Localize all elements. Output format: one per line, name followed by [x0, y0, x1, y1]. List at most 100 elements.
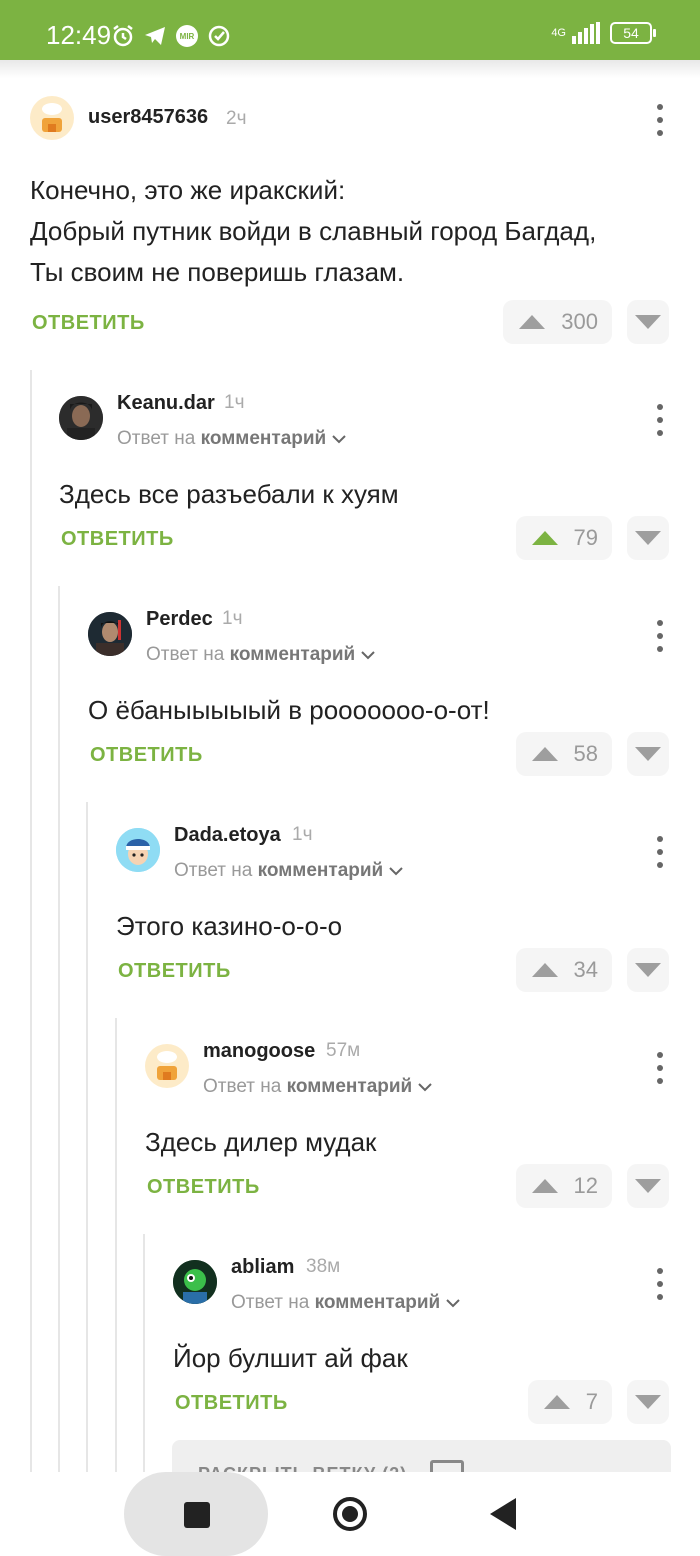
battery-level: 54	[623, 25, 639, 41]
comment-text: Здесь дилер мудак	[145, 1122, 670, 1163]
check-circle-icon	[208, 25, 230, 47]
upvote-icon	[519, 315, 546, 329]
comment-text-line: Здесь все разъебали к хуям	[59, 479, 399, 509]
reply-to-prefix: Ответ на	[231, 1292, 310, 1313]
comment-text: Йор булшит ай фак	[173, 1338, 670, 1379]
downvote-button[interactable]	[627, 732, 669, 776]
more-options-icon[interactable]	[652, 836, 668, 868]
thread-line[interactable]	[86, 802, 88, 1472]
chevron-down-icon	[417, 1083, 432, 1092]
recents-icon[interactable]	[184, 1502, 210, 1528]
network-type: 4G	[551, 26, 566, 39]
upvote-button[interactable]: 79	[516, 516, 612, 560]
comment-text-line: Этого казино-о-о-о	[116, 911, 343, 941]
thread-line[interactable]	[143, 1234, 145, 1472]
battery-icon: 54	[610, 22, 656, 44]
default-avatar-icon	[157, 1051, 177, 1080]
reply-button[interactable]: ОТВЕТИТЬ	[32, 312, 145, 335]
chevron-down-icon	[445, 1299, 460, 1308]
user-photo-icon	[59, 396, 103, 440]
downvote-icon	[635, 1395, 661, 1409]
reply-to-link[interactable]: Ответ на комментарий	[117, 428, 346, 450]
avatar[interactable]	[88, 612, 132, 656]
comment-text: Этого казино-о-о-о	[116, 906, 670, 947]
back-icon[interactable]	[490, 1498, 516, 1530]
mir-label: MIR	[180, 32, 195, 41]
downvote-button[interactable]	[627, 1164, 669, 1208]
reply-to-link[interactable]: Ответ на комментарий	[174, 860, 403, 882]
rating-count: 12	[573, 1173, 598, 1198]
username[interactable]: Keanu.dar	[117, 392, 215, 415]
downvote-button[interactable]	[627, 1380, 669, 1424]
avatar[interactable]	[116, 828, 160, 872]
comment-text-line: Йор булшит ай фак	[173, 1343, 408, 1373]
reply-button[interactable]: ОТВЕТИТЬ	[147, 1176, 260, 1199]
reply-button[interactable]: ОТВЕТИТЬ	[175, 1392, 288, 1415]
mir-icon: MIR	[176, 25, 198, 47]
username[interactable]: user8457636	[88, 106, 208, 129]
comment-text-line: Конечно, это же иракский:	[30, 175, 346, 205]
username[interactable]: Dada.etoya	[174, 824, 281, 847]
downvote-icon	[635, 531, 661, 545]
default-avatar-icon	[42, 103, 62, 132]
reply-to-target: комментарий	[229, 644, 356, 665]
user-photo-icon	[88, 612, 132, 656]
username[interactable]: Perdec	[146, 608, 213, 631]
reply-to-prefix: Ответ на	[203, 1076, 282, 1097]
avatar[interactable]	[30, 96, 74, 140]
upvote-button[interactable]: 34	[516, 948, 612, 992]
comment-age: 1ч	[222, 608, 243, 629]
downvote-button[interactable]	[627, 300, 669, 344]
thread-line[interactable]	[58, 586, 60, 1472]
reply-to-link[interactable]: Ответ на комментарий	[146, 644, 375, 666]
user-cartoon-icon	[116, 828, 160, 872]
comment-text-line: Ты своим не поверишь глазам.	[30, 257, 405, 287]
signal-icon	[572, 22, 600, 44]
downvote-icon	[635, 747, 661, 761]
comment-text-line: Здесь дилер мудак	[145, 1127, 377, 1157]
chevron-down-icon	[388, 867, 403, 876]
status-bar: 12:49 MIR 4G 54	[0, 0, 700, 60]
more-options-icon[interactable]	[652, 1268, 668, 1300]
username[interactable]: manogoose	[203, 1040, 315, 1063]
more-options-icon[interactable]	[652, 404, 668, 436]
home-icon[interactable]	[332, 1496, 368, 1532]
comment-age: 38м	[306, 1256, 341, 1277]
reply-button[interactable]: ОТВЕТИТЬ	[90, 744, 203, 767]
rating-count: 34	[573, 957, 598, 982]
username[interactable]: abliam	[231, 1256, 294, 1279]
reply-button[interactable]: ОТВЕТИТЬ	[118, 960, 231, 983]
rating-count: 58	[573, 741, 598, 766]
more-options-icon[interactable]	[652, 104, 668, 136]
upvote-icon	[531, 1179, 558, 1193]
downvote-icon	[635, 1179, 661, 1193]
avatar[interactable]	[59, 396, 103, 440]
rating-count: 300	[561, 309, 598, 334]
downvote-icon	[635, 963, 661, 977]
comment-age: 1ч	[292, 824, 313, 845]
comment-text: О ёбаныыыыый в рооооооо-о-от!	[88, 690, 670, 731]
comment-text-line: О ёбаныыыыый в рооооооо-о-от!	[88, 695, 490, 725]
avatar[interactable]	[173, 1260, 217, 1304]
downvote-button[interactable]	[627, 948, 669, 992]
comment-age: 57м	[326, 1040, 361, 1061]
telegram-icon	[145, 27, 165, 45]
chevron-down-icon	[360, 651, 375, 660]
reply-button[interactable]: ОТВЕТИТЬ	[61, 528, 174, 551]
upvote-button[interactable]: 12	[516, 1164, 612, 1208]
upvote-button[interactable]: 7	[528, 1380, 612, 1424]
upvote-button[interactable]: 300	[503, 300, 612, 344]
rating-count: 7	[585, 1389, 598, 1414]
reply-to-link[interactable]: Ответ на комментарий	[203, 1076, 432, 1098]
downvote-button[interactable]	[627, 516, 669, 560]
comment-text: Конечно, это же иракский: Добрый путник …	[30, 170, 670, 293]
thread-line[interactable]	[115, 1018, 117, 1472]
thread-line[interactable]	[30, 370, 32, 1472]
avatar[interactable]	[145, 1044, 189, 1088]
reply-to-target: комментарий	[286, 1076, 413, 1097]
more-options-icon[interactable]	[652, 1052, 668, 1084]
more-options-icon[interactable]	[652, 620, 668, 652]
header-shadow	[0, 60, 700, 78]
reply-to-link[interactable]: Ответ на комментарий	[231, 1292, 460, 1314]
upvote-button[interactable]: 58	[516, 732, 612, 776]
